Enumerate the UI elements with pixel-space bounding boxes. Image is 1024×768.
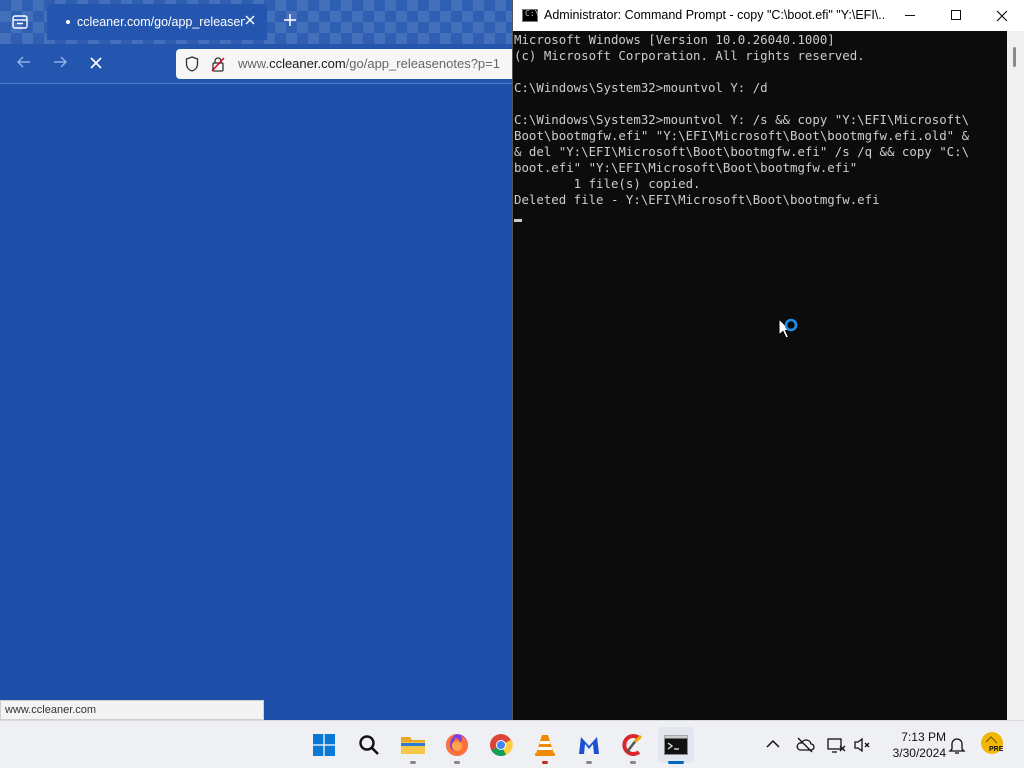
start-button[interactable]: [306, 727, 342, 763]
preview-build-tray-icon[interactable]: PRE: [980, 731, 1006, 757]
minimize-icon: [905, 15, 915, 16]
command-prompt-icon: [664, 735, 688, 755]
taskbar-malwarebytes[interactable]: [571, 727, 607, 764]
command-prompt-icon: C:\: [522, 9, 539, 22]
url-prefix: www.: [238, 56, 270, 71]
taskbar-chrome[interactable]: [483, 727, 519, 763]
shield-badge-icon: [981, 732, 1003, 754]
maximize-icon: [951, 10, 961, 20]
plus-icon: [284, 14, 296, 26]
arrow-right-icon: [54, 56, 68, 68]
ccleaner-icon: [622, 734, 643, 756]
text-cursor: [514, 219, 522, 222]
console-line: C:\Windows\System32>mountvol Y: /d: [514, 80, 768, 95]
running-indicator: [630, 761, 636, 764]
navigation-toolbar: www.ccleaner.com/go/app_releasenotes?p=1: [0, 44, 512, 84]
console-line: (c) Microsoft Corporation. All rights re…: [514, 48, 865, 63]
windows-logo-icon: [313, 734, 335, 756]
tab-list-button[interactable]: [8, 10, 32, 34]
taskbar-command-prompt[interactable]: [658, 727, 694, 764]
stop-loading-button[interactable]: [84, 52, 108, 76]
notification-bell-icon[interactable]: [948, 735, 966, 755]
title-bar[interactable]: C:\ Administrator: Command Prompt - copy…: [513, 0, 1024, 31]
taskbar-file-explorer[interactable]: [395, 727, 431, 764]
console-line: Boot\bootmgfw.efi" "Y:\EFI\Microsoft\Boo…: [514, 128, 970, 143]
clock-time: 7:13 PM: [901, 730, 946, 744]
onedrive-offline-icon[interactable]: [795, 735, 815, 755]
command-prompt-window: C:\ Administrator: Command Prompt - copy…: [512, 0, 1024, 720]
network-disconnected-icon[interactable]: [826, 735, 846, 755]
url-path: /go/app_releasenotes?p=1: [345, 56, 500, 71]
loading-dot-icon: [66, 20, 70, 24]
console-line: boot.efi" "Y:\EFI\Microsoft\Boot\bootmgf…: [514, 160, 858, 175]
new-tab-button[interactable]: [279, 10, 301, 32]
url-text: www.ccleaner.com/go/app_releasenotes?p=1: [238, 56, 500, 71]
close-icon: [996, 10, 1008, 22]
running-indicator: [586, 761, 592, 764]
console-output[interactable]: Microsoft Windows [Version 10.0.26040.10…: [514, 31, 1006, 720]
taskbar-vlc[interactable]: [527, 727, 563, 764]
running-indicator: [454, 761, 460, 764]
minimize-button[interactable]: [887, 0, 933, 31]
volume-muted-icon[interactable]: [852, 735, 872, 755]
forward-button[interactable]: [48, 52, 72, 76]
clock-date: 3/30/2024: [892, 746, 946, 760]
browser-window: ccleaner.com/go/app_releasenotes?p=1 www…: [0, 0, 512, 720]
preview-badge-label: PRE: [989, 746, 1004, 753]
taskbar-ccleaner[interactable]: [615, 727, 651, 764]
scrollbar-thumb[interactable]: [1013, 47, 1016, 67]
running-indicator: [668, 761, 684, 764]
console-line: Deleted file - Y:\EFI\Microsoft\Boot\boo…: [514, 192, 880, 207]
firefox-icon: [446, 734, 468, 756]
console-line: Microsoft Windows [Version 10.0.26040.10…: [514, 32, 835, 47]
shield-icon[interactable]: [184, 56, 200, 72]
close-icon: [245, 15, 255, 25]
search-button[interactable]: [351, 727, 387, 763]
close-icon: [90, 57, 102, 69]
folder-icon: [401, 737, 425, 754]
tab-list-icon: [12, 15, 28, 29]
system-clock[interactable]: 7:13 PM 3/30/2024: [880, 729, 946, 761]
page-content: [0, 85, 512, 720]
address-bar[interactable]: www.ccleaner.com/go/app_releasenotes?p=1: [176, 49, 512, 79]
status-link-preview: www.ccleaner.com: [0, 700, 264, 720]
malwarebytes-icon: [579, 737, 599, 754]
taskbar-firefox[interactable]: [439, 727, 475, 764]
console-line: & del "Y:\EFI\Microsoft\Boot\bootmgfw.ef…: [514, 144, 970, 159]
insecure-lock-icon[interactable]: [210, 56, 226, 72]
running-indicator: [410, 761, 416, 764]
close-button[interactable]: [979, 0, 1024, 31]
url-domain: ccleaner.com: [269, 56, 346, 71]
vlc-icon: [535, 735, 555, 756]
chrome-icon: [490, 734, 513, 756]
maximize-button[interactable]: [933, 0, 979, 31]
chevron-up-icon[interactable]: [764, 735, 782, 753]
taskbar: 7:13 PM 3/30/2024 PRE: [0, 720, 1024, 768]
arrow-left-icon: [16, 56, 30, 68]
console-line: C:\Windows\System32>mountvol Y: /s && co…: [514, 112, 970, 127]
window-title: Administrator: Command Prompt - copy "C:…: [544, 8, 884, 22]
tab-close-button[interactable]: [241, 12, 259, 30]
search-icon: [359, 735, 379, 755]
tab-title: ccleaner.com/go/app_releasenotes?p=1: [77, 15, 245, 29]
console-line: 1 file(s) copied.: [514, 176, 701, 191]
running-indicator: [542, 761, 548, 764]
browser-tab[interactable]: ccleaner.com/go/app_releasenotes?p=1: [47, 4, 267, 40]
busy-pointer-icon: [778, 318, 798, 339]
back-button[interactable]: [12, 52, 36, 76]
vertical-scrollbar[interactable]: [1007, 31, 1024, 720]
tab-strip: ccleaner.com/go/app_releasenotes?p=1: [0, 0, 512, 44]
